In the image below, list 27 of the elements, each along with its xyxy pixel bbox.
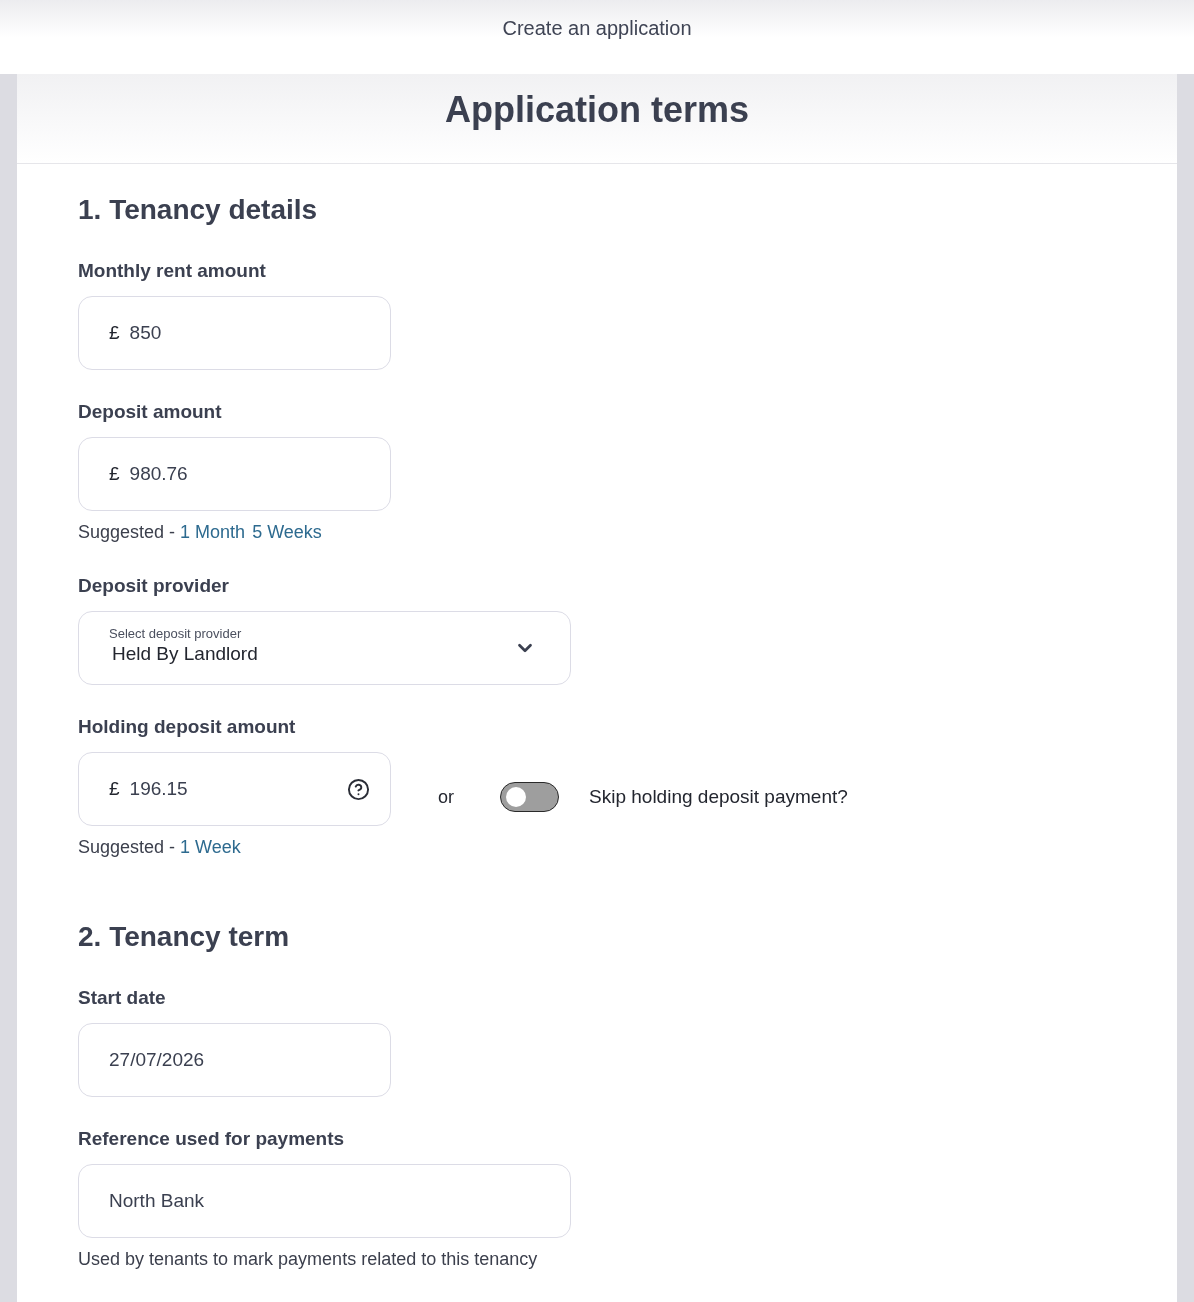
field-label: Holding deposit amount xyxy=(78,715,296,739)
suggested-amounts: Suggested - 1 Month 5 Weeks xyxy=(78,521,323,544)
suggestion-link[interactable]: 1 Month xyxy=(180,522,246,542)
skip-toggle[interactable] xyxy=(500,782,559,812)
amount-field[interactable]: £ 850 xyxy=(78,296,391,370)
field-label: Deposit amount xyxy=(78,400,222,424)
amount-field[interactable]: £ 196.15 xyxy=(78,752,391,826)
provider-select[interactable]: Select deposit provider Held By Landlord xyxy=(78,611,571,685)
section-heading: 2. Tenancy term xyxy=(78,921,290,953)
suggestion-link[interactable]: 1 Week xyxy=(180,837,241,857)
help-icon[interactable] xyxy=(347,777,370,801)
field-label: Reference used for payments xyxy=(78,1127,345,1151)
field-label: Deposit provider xyxy=(78,574,229,598)
page-title: Application terms xyxy=(444,87,750,132)
suggested-amounts: Suggested - 1 Week xyxy=(78,836,242,859)
field-label: Monthly rent amount xyxy=(78,259,266,283)
toggle-label: Skip holding deposit payment? xyxy=(589,784,848,809)
toggle-knob-icon xyxy=(506,787,526,807)
amount-field[interactable]: £ 980.76 xyxy=(78,437,391,511)
app-title: Create an application xyxy=(502,16,692,41)
section-heading: 1. Tenancy details xyxy=(78,194,318,226)
date-field[interactable]: 27/07/2026 xyxy=(78,1023,391,1097)
field-label: Start date xyxy=(78,986,166,1010)
suggestion-link[interactable]: 5 Weeks xyxy=(252,522,322,542)
field-hint: Used by tenants to mark payments related to this tenancy xyxy=(78,1248,538,1271)
or-text: or xyxy=(438,785,454,809)
text-field[interactable]: North Bank xyxy=(78,1164,571,1238)
